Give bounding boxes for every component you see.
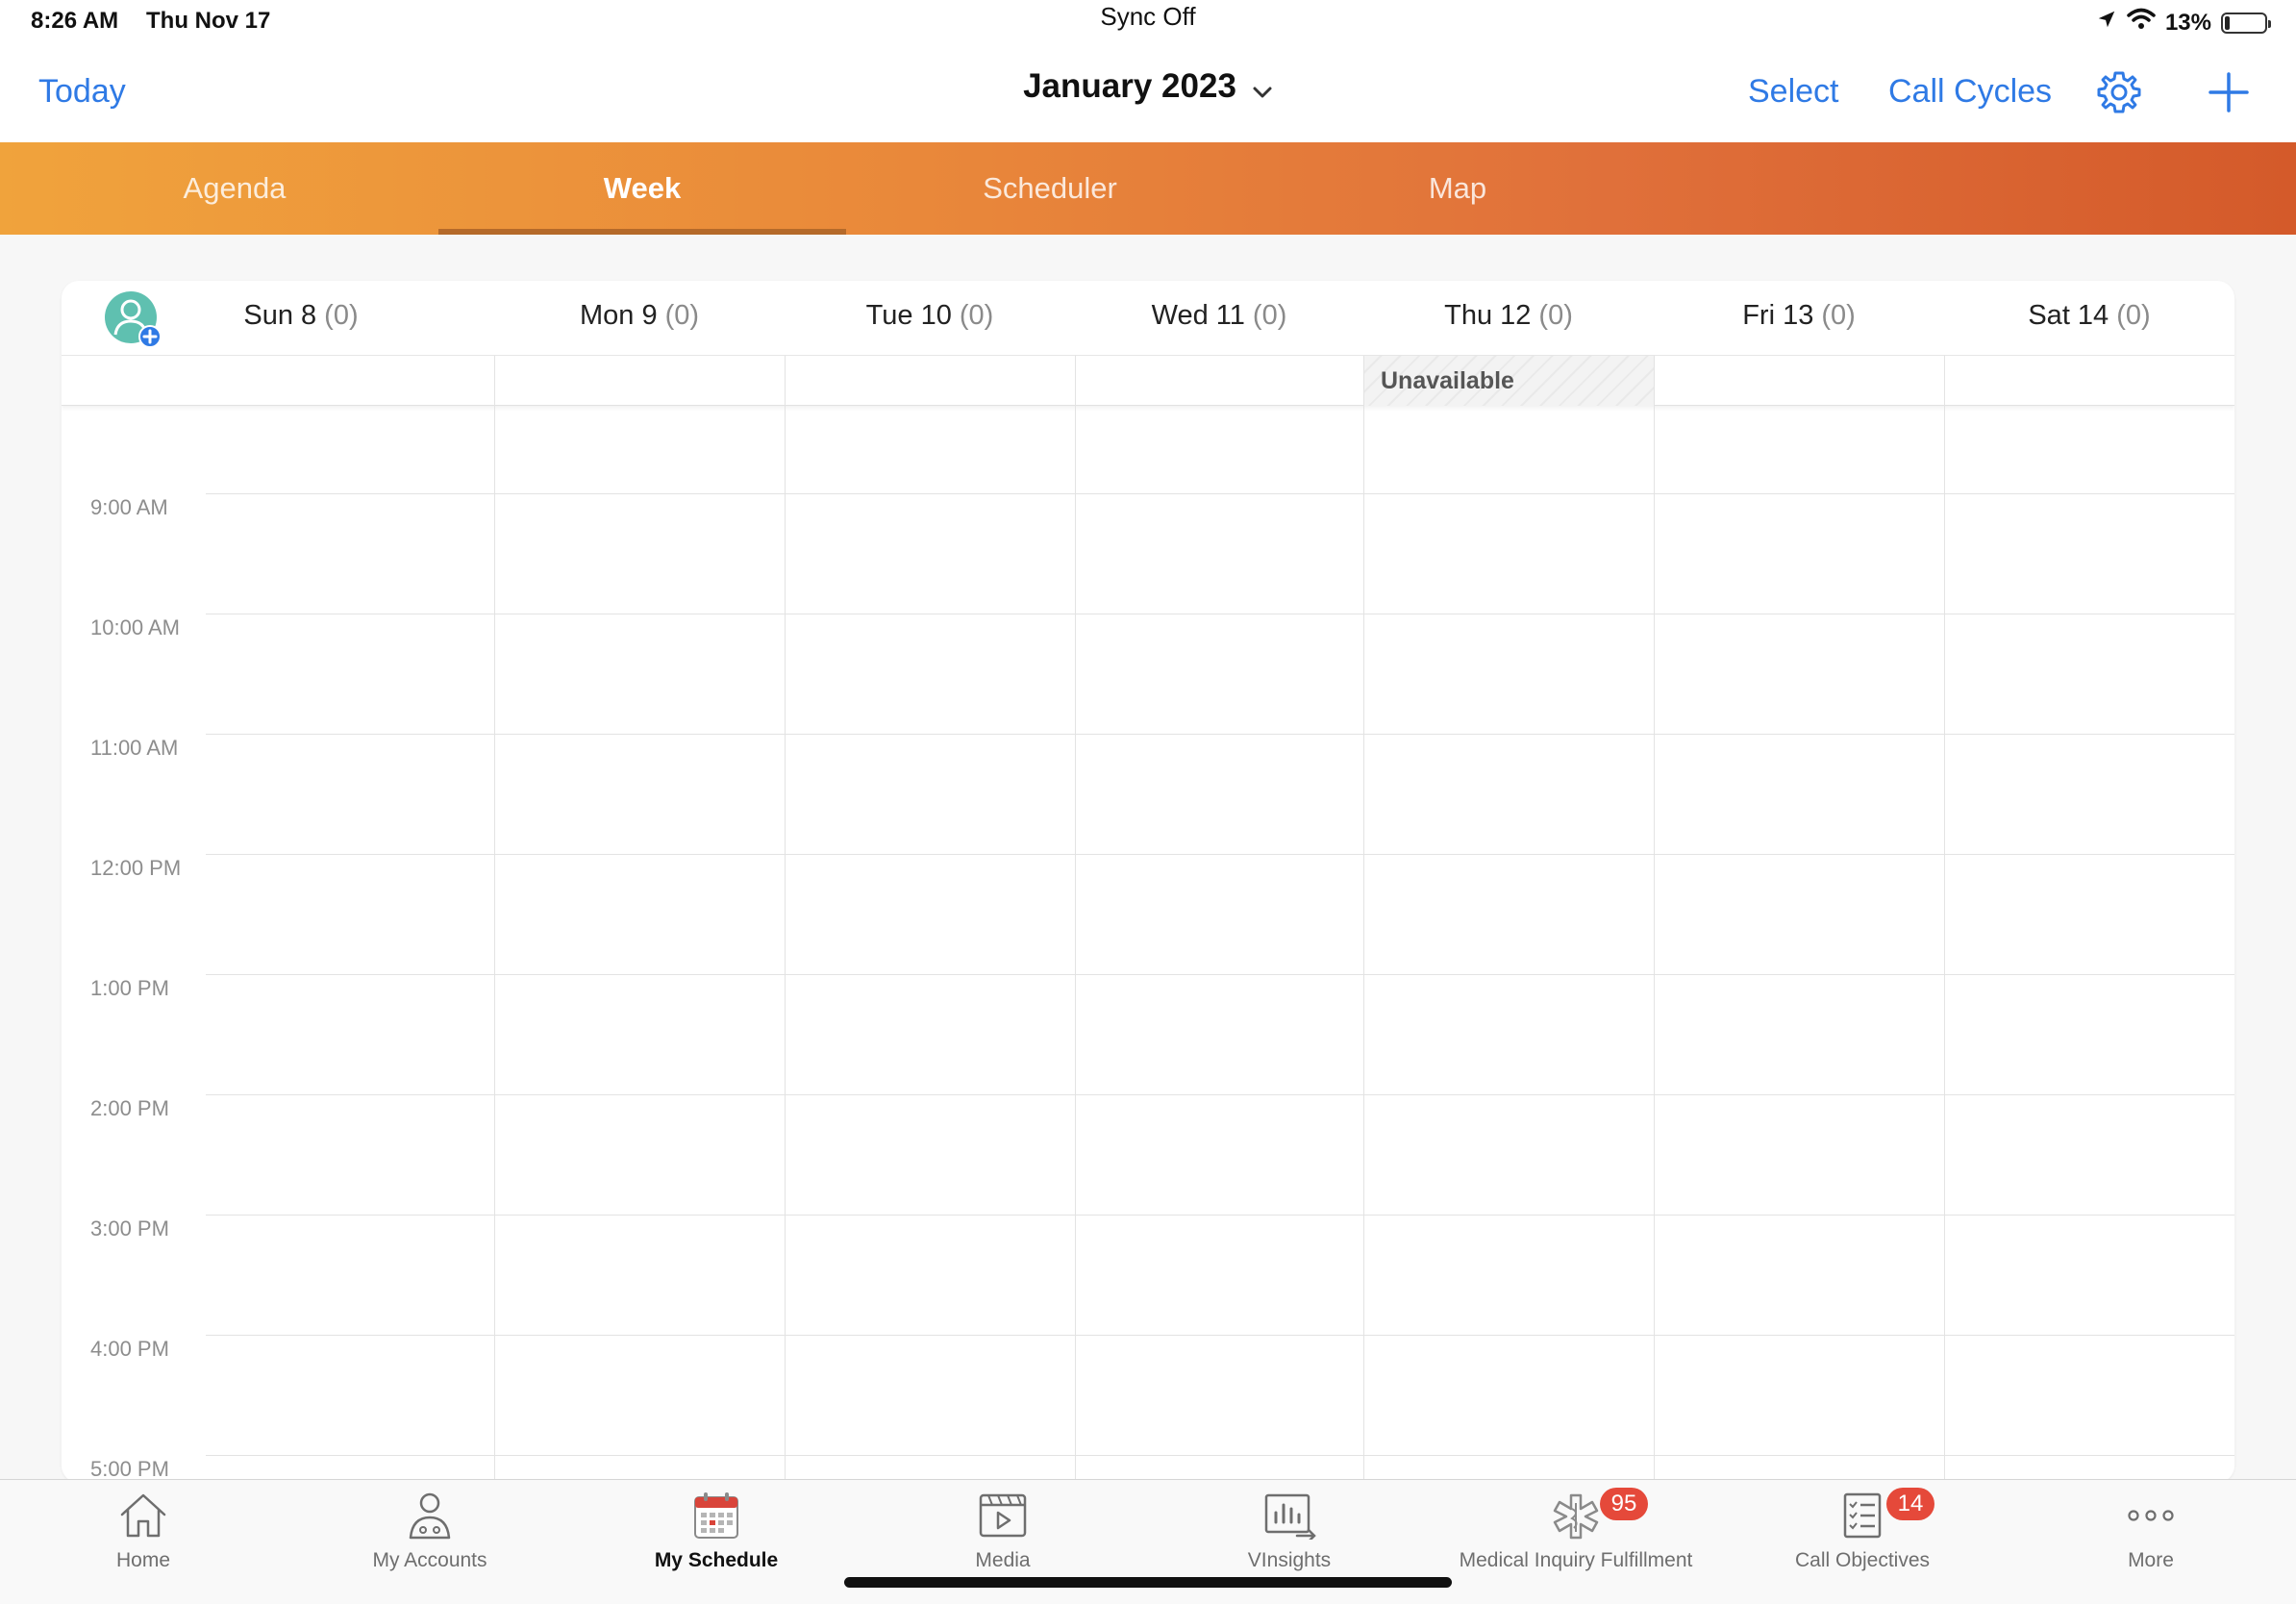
tab-home[interactable]: Home: [0, 1480, 287, 1604]
day-header-mon[interactable]: Mon 9 (0): [494, 300, 785, 338]
day-label: Fri 13: [1742, 300, 1814, 331]
day-label: Wed 11: [1151, 300, 1245, 331]
media-icon: [977, 1491, 1029, 1544]
call-cycles-button[interactable]: Call Cycles: [1888, 73, 2052, 111]
view-tabs: Agenda Week Scheduler Map: [0, 142, 2296, 235]
home-icon: [117, 1491, 169, 1544]
select-button[interactable]: Select: [1748, 73, 1839, 111]
tab-my-schedule-label: My Schedule: [654, 1549, 779, 1571]
medical-inquiry-badge: 95: [1600, 1488, 1648, 1520]
day-count: (0): [1252, 300, 1287, 331]
time-label: 10:00 AM: [90, 615, 180, 639]
calendar-icon: [690, 1491, 742, 1546]
time-label: 3:00 PM: [90, 1216, 169, 1241]
gear-icon[interactable]: [2096, 69, 2142, 120]
day-count: (0): [2116, 300, 2151, 331]
hour-line: [206, 1094, 2234, 1095]
all-day-row[interactable]: Unavailable: [62, 356, 2234, 406]
wifi-icon: [2127, 8, 2156, 38]
tab-more[interactable]: More: [2008, 1480, 2294, 1604]
day-header-fri[interactable]: Fri 13 (0): [1654, 300, 1944, 338]
hour-line: [206, 974, 2234, 975]
day-header-wed[interactable]: Wed 11 (0): [1075, 300, 1363, 338]
time-label: 2:00 PM: [90, 1096, 169, 1120]
tab-week[interactable]: Week: [438, 142, 846, 235]
home-indicator[interactable]: [844, 1577, 1452, 1588]
day-count: (0): [959, 300, 994, 331]
tab-call-objectives[interactable]: 14 Call Objectives: [1719, 1480, 2006, 1604]
day-count: (0): [1821, 300, 1856, 331]
hour-line: [206, 1455, 2234, 1456]
tab-my-accounts[interactable]: My Accounts: [287, 1480, 573, 1604]
day-header-sun[interactable]: Sun 8 (0): [206, 300, 396, 338]
nav-bar: Today January 2023 Select Call Cycles: [0, 50, 2296, 142]
person-icon: [404, 1491, 456, 1544]
battery-icon: [2221, 12, 2271, 34]
tab-my-schedule[interactable]: My Schedule: [573, 1480, 860, 1604]
tab-media-label: Media: [975, 1549, 1031, 1571]
time-label: 11:00 AM: [90, 736, 179, 760]
tab-my-accounts-label: My Accounts: [372, 1549, 487, 1571]
day-label: Thu 12: [1444, 300, 1532, 331]
hour-line: [206, 493, 2234, 494]
chevron-down-icon: [1252, 69, 1273, 108]
day-header-sat[interactable]: Sat 14 (0): [1944, 300, 2234, 338]
hour-line: [206, 1215, 2234, 1216]
hour-line: [206, 854, 2234, 855]
day-label: Tue 10: [865, 300, 952, 331]
day-count: (0): [664, 300, 700, 331]
tab-call-objectives-label: Call Objectives: [1794, 1549, 1931, 1571]
day-header-thu[interactable]: Thu 12 (0): [1363, 300, 1654, 338]
tab-agenda-label: Agenda: [183, 171, 287, 205]
add-attendee-avatar-icon[interactable]: [104, 290, 162, 348]
time-label: 4:00 PM: [90, 1337, 169, 1361]
week-calendar: Sun 8 (0) Mon 9 (0) Tue 10 (0) Wed 11 (0) Th…: [62, 281, 2234, 1483]
tab-scheduler-label: Scheduler: [983, 171, 1117, 205]
time-label: 1:00 PM: [90, 976, 169, 1000]
hour-line: [206, 734, 2234, 735]
day-count: (0): [324, 300, 359, 331]
more-icon: [2125, 1491, 2177, 1544]
day-header-row: Sun 8 (0) Mon 9 (0) Tue 10 (0) Wed 11 (0) Th…: [62, 281, 2234, 356]
status-right: 13%: [2096, 8, 2271, 38]
day-label: Mon 9: [579, 300, 658, 331]
time-label: 12:00 PM: [90, 856, 182, 880]
day-label: Sun 8: [243, 300, 317, 331]
checklist-icon: [1836, 1491, 1888, 1544]
plus-icon[interactable]: [2206, 69, 2252, 120]
tab-map-label: Map: [1428, 171, 1487, 205]
column-divider: [1654, 356, 1655, 1483]
tab-medical-inquiry-label: Medical Inquiry Fulfillment: [1459, 1549, 1693, 1571]
sync-status: Sync Off: [1100, 2, 1196, 31]
tab-week-label: Week: [603, 171, 682, 205]
tab-medical-inquiry[interactable]: 95 Medical Inquiry Fulfillment: [1433, 1480, 1719, 1604]
time-grid[interactable]: 9:00 AM 10:00 AM 11:00 AM 12:00 PM 1:00 …: [62, 356, 2234, 1483]
tab-home-label: Home: [115, 1549, 171, 1571]
day-header-tue[interactable]: Tue 10 (0): [785, 300, 1075, 338]
month-title: January 2023: [1023, 67, 1236, 105]
column-divider: [1363, 356, 1364, 1483]
battery-fill: [2225, 15, 2230, 30]
day-count: (0): [1538, 300, 1573, 331]
battery-percent: 13%: [2164, 9, 2211, 36]
column-divider: [1944, 356, 1945, 1483]
column-divider: [785, 356, 786, 1483]
hour-line: [206, 1335, 2234, 1336]
day-label: Sat 14: [2028, 300, 2109, 331]
tab-scheduler[interactable]: Scheduler: [846, 142, 1254, 235]
location-icon: [2096, 9, 2117, 37]
time-label: 9:00 AM: [90, 495, 168, 519]
tab-agenda[interactable]: Agenda: [31, 142, 438, 235]
call-objectives-badge: 14: [1886, 1488, 1934, 1520]
unavailable-block[interactable]: Unavailable: [1363, 356, 1654, 406]
column-divider: [494, 356, 495, 1483]
tab-vinsights-label: VInsights: [1247, 1549, 1332, 1571]
column-divider: [1075, 356, 1076, 1483]
medical-icon: [1550, 1491, 1602, 1544]
tab-more-label: More: [2128, 1549, 2174, 1571]
tab-map[interactable]: Map: [1254, 142, 1661, 235]
insights-icon: [1262, 1491, 1316, 1544]
status-bar: 8:26 AM Thu Nov 17 Sync Off 13%: [0, 0, 2296, 50]
